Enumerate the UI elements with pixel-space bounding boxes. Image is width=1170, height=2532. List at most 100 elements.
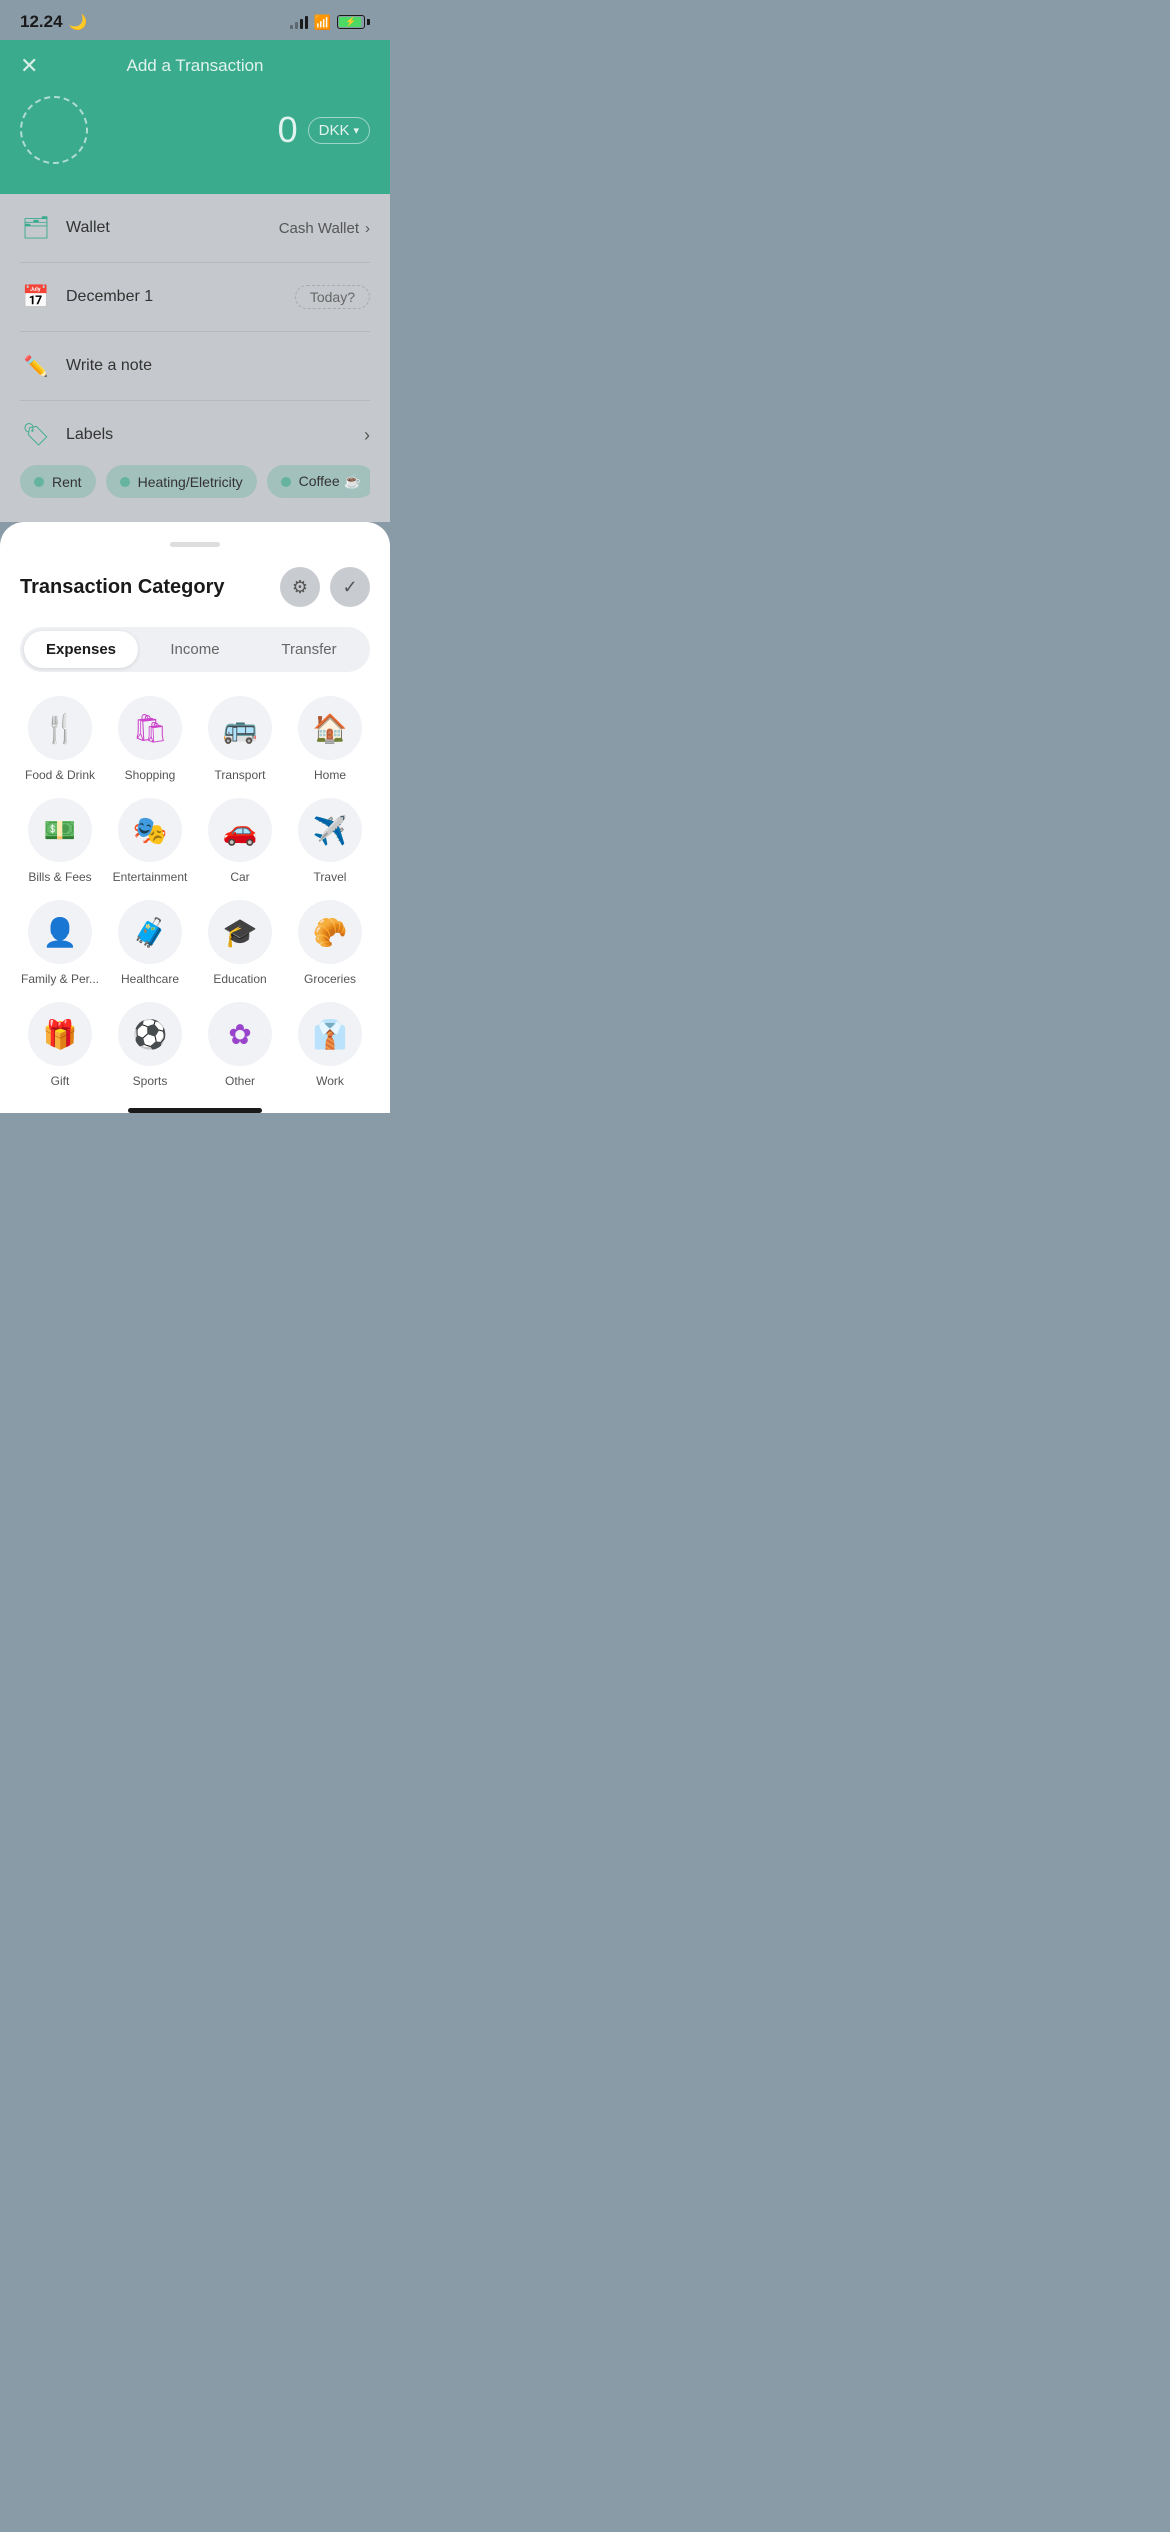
family-label: Family & Per...: [21, 972, 99, 986]
car-icon: 🚗: [223, 814, 258, 847]
sheet-title: Transaction Category: [20, 576, 225, 599]
date-row-left: 📅 December 1: [20, 281, 153, 313]
category-other[interactable]: ✿ Other: [200, 1002, 280, 1088]
work-label: Work: [316, 1074, 344, 1088]
entertainment-icon: 🎭: [133, 814, 168, 847]
category-shopping[interactable]: 🛍 Shopping: [110, 696, 190, 782]
today-pill[interactable]: Today?: [295, 285, 370, 309]
settings-button[interactable]: ⚙: [280, 567, 320, 607]
food-drink-icon-wrap: 🍴: [28, 696, 92, 760]
category-grid: 🍴 Food & Drink 🛍 Shopping 🚌 Transport 🏠 …: [20, 696, 370, 1088]
tab-income[interactable]: Income: [138, 631, 252, 668]
category-food-drink[interactable]: 🍴 Food & Drink: [20, 696, 100, 782]
chip-label: Rent: [52, 474, 82, 490]
signal-bars: [290, 15, 308, 29]
groceries-label: Groceries: [304, 972, 356, 986]
pencil-icon: ✏️: [20, 350, 52, 382]
date-row[interactable]: 📅 December 1 Today?: [20, 263, 370, 332]
home-icon-wrap: 🏠: [298, 696, 362, 760]
tab-expenses[interactable]: Expenses: [24, 631, 138, 668]
wifi-icon: 📶: [314, 14, 331, 31]
wallet-row[interactable]: 🗂 Wallet Cash Wallet ›: [20, 194, 370, 263]
car-label: Car: [230, 870, 249, 884]
tab-switcher: Expenses Income Transfer: [20, 627, 370, 672]
home-indicator: [128, 1108, 262, 1113]
bottom-sheet: Transaction Category ⚙ ✓ Expenses Income…: [0, 522, 390, 1113]
wallet-icon: 🗂: [20, 212, 52, 244]
category-entertainment[interactable]: 🎭 Entertainment: [110, 798, 190, 884]
sports-icon-wrap: ⚽: [118, 1002, 182, 1066]
healthcare-label: Healthcare: [121, 972, 179, 986]
avatar-circle[interactable]: [20, 96, 88, 164]
today-label: Today?: [310, 289, 355, 305]
tab-transfer-label: Transfer: [281, 641, 336, 658]
category-groceries[interactable]: 🥐 Groceries: [290, 900, 370, 986]
category-home[interactable]: 🏠 Home: [290, 696, 370, 782]
category-education[interactable]: 🎓 Education: [200, 900, 280, 986]
sheet-actions: ⚙ ✓: [280, 567, 370, 607]
sports-label: Sports: [133, 1074, 168, 1088]
category-gift[interactable]: 🎁 Gift: [20, 1002, 100, 1088]
category-car[interactable]: 🚗 Car: [200, 798, 280, 884]
date-label: December 1: [66, 288, 153, 306]
header-top: ✕ Add a Transaction: [20, 56, 370, 76]
family-icon-wrap: 👤: [28, 900, 92, 964]
gift-label: Gift: [51, 1074, 70, 1088]
other-icon: ✿: [228, 1018, 251, 1051]
category-bills[interactable]: 💵 Bills & Fees: [20, 798, 100, 884]
category-transport[interactable]: 🚌 Transport: [200, 696, 280, 782]
category-healthcare[interactable]: 🧳 Healthcare: [110, 900, 190, 986]
status-time: 12.24: [20, 12, 63, 32]
education-icon: 🎓: [223, 916, 258, 949]
food-drink-icon: 🍴: [43, 712, 78, 745]
battery: ⚡: [337, 15, 370, 29]
wallet-chevron-icon: ›: [365, 220, 370, 237]
confirm-button[interactable]: ✓: [330, 567, 370, 607]
sheet-header: Transaction Category ⚙ ✓: [20, 567, 370, 607]
sports-icon: ⚽: [133, 1018, 168, 1051]
chip-coffee[interactable]: Coffee ☕: [267, 465, 370, 498]
food-drink-label: Food & Drink: [25, 768, 95, 782]
wallet-value: Cash Wallet: [279, 220, 359, 237]
chip-rent[interactable]: Rent: [20, 465, 96, 498]
check-icon: ✓: [342, 577, 357, 598]
chip-heating[interactable]: Heating/Eletricity: [106, 465, 257, 498]
entertainment-icon-wrap: 🎭: [118, 798, 182, 862]
car-icon-wrap: 🚗: [208, 798, 272, 862]
currency-chevron-icon: ▾: [353, 124, 359, 137]
tag-icon: 🏷: [20, 419, 52, 451]
calendar-icon: 📅: [20, 281, 52, 313]
work-icon-wrap: 👔: [298, 1002, 362, 1066]
category-sports[interactable]: ⚽ Sports: [110, 1002, 190, 1088]
category-work[interactable]: 👔 Work: [290, 1002, 370, 1088]
close-button[interactable]: ✕: [20, 53, 38, 79]
amount-value[interactable]: 0: [278, 109, 298, 151]
chip-label: Heating/Eletricity: [138, 474, 243, 490]
labels-left: 🏷 Labels: [20, 419, 113, 451]
wallet-row-left: 🗂 Wallet: [20, 212, 110, 244]
education-label: Education: [213, 972, 266, 986]
labels-header: 🏷 Labels ›: [20, 419, 370, 451]
labels-chevron-icon: ›: [364, 425, 370, 446]
labels-label: Labels: [66, 426, 113, 444]
shopping-icon-wrap: 🛍: [118, 696, 182, 760]
bills-icon: 💵: [44, 815, 76, 846]
transport-icon-wrap: 🚌: [208, 696, 272, 760]
bills-label: Bills & Fees: [28, 870, 91, 884]
home-label: Home: [314, 768, 346, 782]
sheet-handle: [170, 542, 220, 547]
amount-row: 0 DKK ▾: [20, 96, 370, 164]
tab-income-label: Income: [170, 641, 219, 658]
entertainment-label: Entertainment: [113, 870, 188, 884]
bills-icon-wrap: 💵: [28, 798, 92, 862]
header-title: Add a Transaction: [126, 56, 263, 76]
form-section: 🗂 Wallet Cash Wallet › 📅 December 1 Toda…: [0, 194, 390, 522]
note-row[interactable]: ✏️ Write a note: [20, 332, 370, 401]
transport-label: Transport: [215, 768, 266, 782]
family-icon: 👤: [43, 916, 78, 949]
category-family[interactable]: 👤 Family & Per...: [20, 900, 100, 986]
tab-transfer[interactable]: Transfer: [252, 631, 366, 668]
other-label: Other: [225, 1074, 255, 1088]
category-travel[interactable]: ✈️ Travel: [290, 798, 370, 884]
currency-selector[interactable]: DKK ▾: [308, 117, 370, 144]
